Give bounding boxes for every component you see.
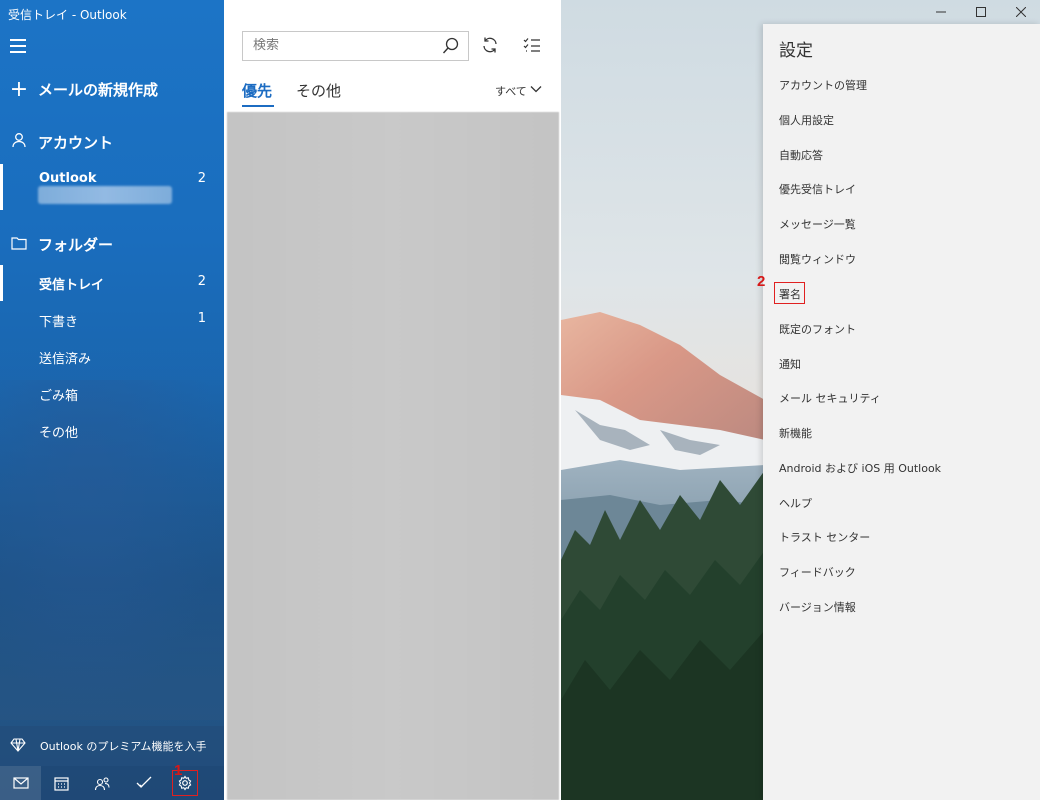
settings-item-feedback[interactable]: フィードバック [779,564,856,580]
folder-count: 1 [197,311,206,326]
settings-item-reading-pane[interactable]: 閲覧ウィンドウ [779,251,856,267]
people-icon [94,776,110,790]
settings-item-email-security[interactable]: メール セキュリティ [779,390,881,406]
settings-item-default-font[interactable]: 既定のフォント [779,321,856,337]
select-mode-icon[interactable] [523,36,541,54]
message-list-redacted [227,112,559,800]
folder-label: ごみ箱 [39,389,79,404]
folder-inbox[interactable]: 受信トレイ 2 [0,265,224,301]
settings-item-about[interactable]: バージョン情報 [779,599,856,615]
chevron-down-icon[interactable] [530,85,542,93]
maximize-icon [976,7,986,17]
sync-icon[interactable] [481,36,499,54]
settings-item-mobile-outlook[interactable]: Android および iOS 用 Outlook [779,460,941,476]
settings-item-whats-new[interactable]: 新機能 [779,425,812,441]
folder-icon [0,234,38,255]
tab-focused[interactable]: 優先 [242,80,272,101]
search-box[interactable] [242,31,469,61]
calendar-icon [54,776,69,791]
search-input[interactable] [253,38,433,53]
accounts-header[interactable]: アカウント [0,131,224,153]
premium-label: Outlook のプレミアム機能を入手 [40,740,207,753]
minimize-button[interactable] [931,4,951,20]
settings-panel: 設定 アカウントの管理 個人用設定 自動応答 優先受信トレイ メッセージ一覧 閲… [763,24,1040,800]
settings-item-personalization[interactable]: 個人用設定 [779,112,834,128]
todo-icon [136,776,151,788]
settings-item-auto-replies[interactable]: 自動応答 [779,147,823,163]
settings-item-message-list[interactable]: メッセージ一覧 [779,216,856,232]
settings-item-trust-center[interactable]: トラスト センター [779,529,870,545]
bottom-app-bar [0,766,224,800]
navigation-pane: 受信トレイ - Outlook + メールの新規作成 アカウント Outlook… [0,0,224,800]
minimize-icon [936,11,946,13]
message-list-pane: 優先 その他 すべて [224,0,561,800]
close-icon [1016,7,1026,17]
mail-app-button[interactable] [0,766,41,800]
account-name: Outlook [39,171,97,186]
settings-item-focused-inbox[interactable]: 優先受信トレイ [779,181,856,197]
folder-sent[interactable]: 送信済み [0,339,224,375]
folder-drafts[interactable]: 下書き 1 [0,302,224,338]
folder-trash[interactable]: ごみ箱 [0,376,224,412]
folder-other[interactable]: その他 [0,413,224,449]
step-marker-2: 2 [757,273,766,290]
hamburger-menu-icon[interactable] [10,39,26,53]
folder-label: その他 [39,426,79,441]
tab-other[interactable]: その他 [296,80,341,101]
filter-dropdown[interactable]: すべて [495,83,527,99]
premium-banner[interactable]: Outlook のプレミアム機能を入手 [0,726,224,766]
calendar-app-button[interactable] [41,766,82,800]
diamond-icon [10,737,26,753]
account-email-redacted [38,186,172,204]
settings-app-button[interactable] [164,766,205,800]
new-mail-label: メールの新規作成 [38,80,159,99]
folder-label: 送信済み [39,352,92,367]
search-icon[interactable] [442,37,460,55]
tab-focused-underline [242,105,274,107]
mail-icon [12,777,29,789]
settings-title: 設定 [779,41,813,61]
folders-header-label: フォルダー [38,235,114,254]
person-icon [0,132,38,153]
todo-app-button[interactable] [123,766,164,800]
maximize-button[interactable] [971,4,991,20]
people-app-button[interactable] [82,766,123,800]
account-unread-count: 2 [197,171,206,186]
folder-count: 2 [197,274,206,289]
accounts-header-label: アカウント [38,133,114,152]
settings-item-manage-accounts[interactable]: アカウントの管理 [779,77,867,93]
new-mail-button[interactable]: + メールの新規作成 [0,76,224,102]
window-title: 受信トレイ - Outlook [8,8,127,22]
step-marker-1: 1 [174,762,183,779]
folders-header[interactable]: フォルダー [0,233,224,255]
settings-item-notifications[interactable]: 通知 [779,356,801,372]
folder-label: 下書き [39,315,79,330]
close-button[interactable] [1011,4,1031,20]
settings-item-signature[interactable]: 署名 [779,286,801,302]
settings-item-help[interactable]: ヘルプ [779,495,812,511]
folder-label: 受信トレイ [39,278,105,293]
plus-icon: + [9,76,29,102]
